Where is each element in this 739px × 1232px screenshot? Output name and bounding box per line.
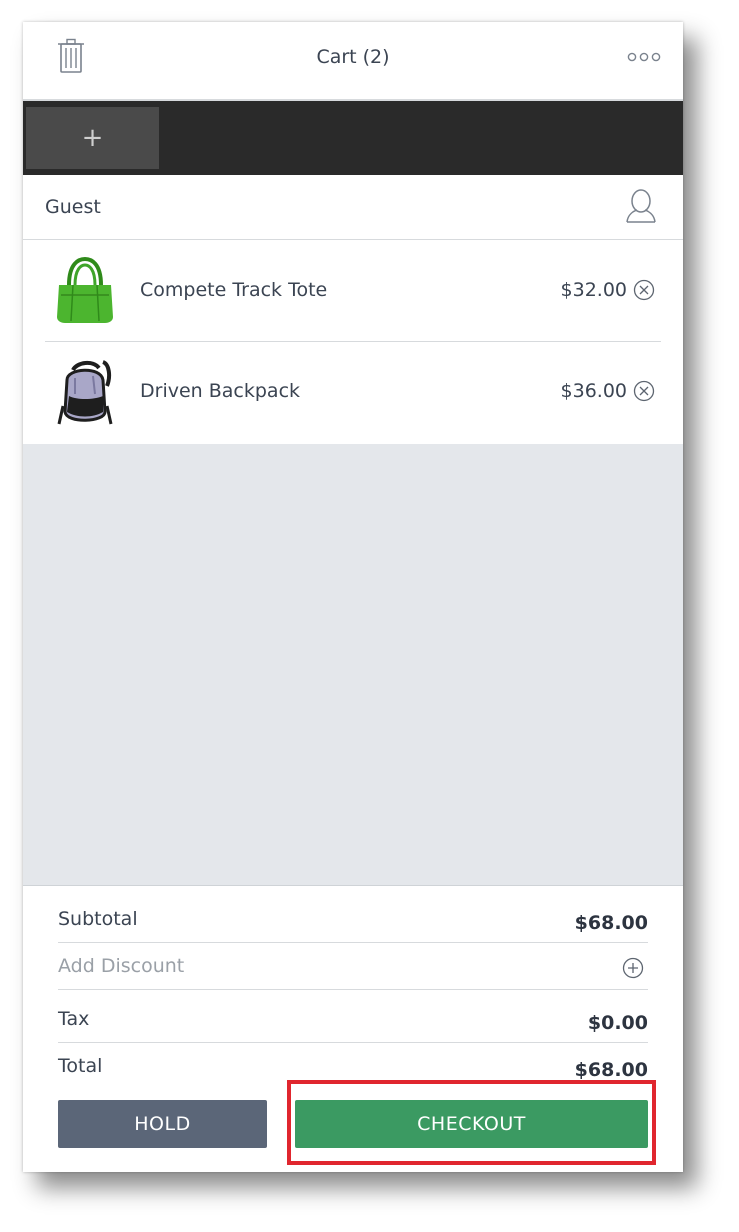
green-tote-bag-image — [57, 256, 113, 323]
tax-label: Tax — [58, 1008, 90, 1030]
subtotal-value: $68.00 — [574, 912, 648, 934]
cart-item[interactable]: Driven Backpack $36.00 — [45, 342, 661, 442]
add-discount-row[interactable]: Add Discount — [58, 943, 648, 990]
remove-circle-icon[interactable] — [633, 380, 655, 402]
item-price: $32.00 — [560, 279, 627, 301]
subtotal-row: Subtotal $68.00 — [58, 896, 648, 943]
empty-cart-area — [23, 444, 683, 885]
subtotal-label: Subtotal — [58, 908, 138, 930]
cart-tab-strip: + — [23, 101, 683, 175]
cart-header: Cart (2) — [23, 22, 683, 101]
remove-circle-icon[interactable] — [633, 279, 655, 301]
total-label: Total — [58, 1055, 103, 1077]
more-dots-icon[interactable] — [627, 50, 661, 64]
total-value: $68.00 — [574, 1059, 648, 1081]
cart-panel: Cart (2) + Guest Compete Track Tote $32.… — [23, 22, 683, 1172]
add-cart-tab-button[interactable]: + — [26, 107, 159, 169]
item-price: $36.00 — [560, 380, 627, 402]
grey-backpack-image — [57, 360, 113, 425]
hold-button[interactable]: HOLD — [58, 1100, 267, 1148]
page-title: Cart (2) — [316, 46, 390, 68]
item-name: Driven Backpack — [140, 380, 301, 402]
customer-row[interactable]: Guest — [23, 175, 683, 240]
checkout-highlight-box — [287, 1080, 656, 1165]
tax-value: $0.00 — [587, 1012, 648, 1034]
add-discount-label: Add Discount — [58, 955, 185, 977]
customer-label: Guest — [45, 196, 101, 218]
plus-circle-icon[interactable] — [622, 957, 644, 979]
customer-account-icon[interactable] — [625, 188, 657, 224]
cart-item[interactable]: Compete Track Tote $32.00 — [45, 241, 661, 342]
tax-row: Tax $0.00 — [58, 996, 648, 1043]
item-name: Compete Track Tote — [140, 279, 328, 301]
